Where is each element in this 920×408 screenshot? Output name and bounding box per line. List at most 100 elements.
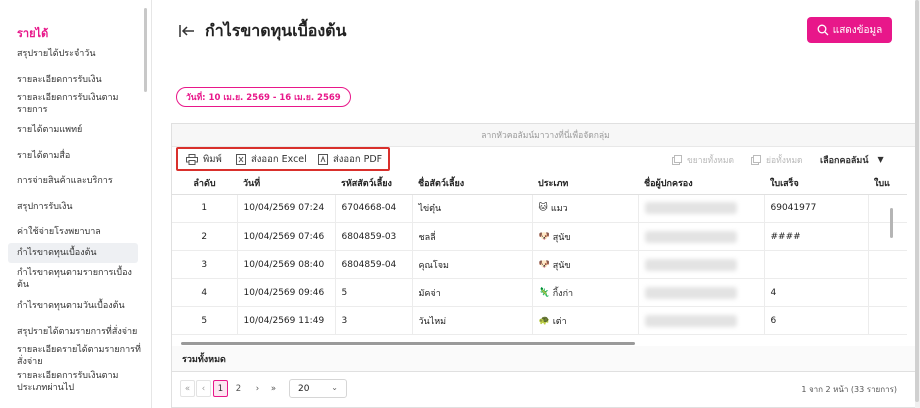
total-row: รวมทั้งหมด [172,346,919,372]
sidebar-item-daily-income[interactable]: สรุปรายได้ประจำวัน [17,48,141,60]
cell-receipt: 69041977 [763,194,868,223]
cell-invoice [867,306,907,335]
page-button[interactable]: 2 [231,380,246,397]
first-page-button[interactable]: « [180,380,195,397]
table-horizontal-scrollbar[interactable] [181,342,635,345]
table-row[interactable]: 3 10/04/2569 08:40 6804859-04 คุณโจม 🐶 สุ… [172,250,907,279]
chevron-down-icon: ▼ [877,155,884,164]
col-header-no[interactable]: ลำดับ [172,172,237,195]
cell-pet-id: 5 [334,278,412,307]
table-body-viewport[interactable]: 1 10/04/2569 07:24 6704668-04 ไข่ตุ๋น 🐱 แ… [172,194,919,340]
col-header-date[interactable]: วันที่ [237,172,335,195]
export-excel-button[interactable]: ส่งออก Excel [236,147,307,172]
last-page-button[interactable]: » [266,380,281,397]
table-row[interactable]: 2 10/04/2569 07:46 6804859-03 ชลลี่ 🐶 สุน… [172,222,907,251]
export-pdf-label: ส่งออก PDF [333,154,383,165]
next-page-button[interactable]: › [250,380,265,397]
turtle-icon: 🐢 [538,315,550,326]
cell-type: 🐢 เต่า [531,306,638,335]
prev-page-button[interactable]: ‹ [196,380,211,397]
collapse-all-button[interactable]: ย่อทั้งหมด [751,147,803,172]
cell-no: 5 [172,306,237,335]
cell-pet-id: 3 [334,306,412,335]
choose-columns-button[interactable]: เลือกคอลัมน์ ▼ [820,147,884,172]
table-header-row: ลำดับ วันที่ รหัสสัตว์เลี้ยง ชื่อสัตว์เล… [172,172,907,195]
redacted-owner [644,258,737,271]
group-panel[interactable]: ลากหัวคอลัมน์มาวางที่นี่เพื่อจัดกลุ่ม [172,124,919,147]
table-row[interactable]: 4 10/04/2569 09:46 5 มัคจ่า 🦎 กิ้งก่า 4 [172,278,907,307]
table-vertical-scrollbar[interactable] [890,208,893,238]
cell-receipt [763,250,868,279]
cell-type: 🐶 สุนัข [531,250,638,279]
sidebar-item-income-by-media[interactable]: รายได้ตามสื่อ [17,150,141,162]
sidebar-item-payment-summary[interactable]: สรุปการรับเงิน [17,201,141,213]
cell-type: 🐱 แมว [531,194,638,223]
cell-no: 3 [172,250,237,279]
back-arrow-icon[interactable] [178,22,196,40]
table-body: 1 10/04/2569 07:24 6704668-04 ไข่ตุ๋น 🐱 แ… [172,194,907,335]
grid-toolbar: พิมพ์ ส่งออก Excel ส่งออก PDF ขยายทั้งหม… [172,147,919,172]
cell-no: 1 [172,194,237,223]
sidebar-item-income-detail-by-order[interactable]: รายละเอียดรายได้ตามรายการที่สั่งจ่าย [17,344,141,368]
sidebar-item-income-by-order[interactable]: สรุปรายได้ตามรายการที่สั่งจ่าย [17,326,141,338]
cell-type-label: กิ้งก่า [552,288,574,299]
redacted-owner [644,286,737,299]
col-header-pet-name[interactable]: ชื่อสัตว์เลี้ยง [412,172,532,195]
show-data-button[interactable]: แสดงข้อมูล [807,17,892,43]
cell-pet-name: ชลลี่ [411,222,532,251]
sidebar-item-profit-loss[interactable]: กำไรขาดทุนเบื้องต้น [8,243,138,263]
table-row[interactable]: 1 10/04/2569 07:24 6704668-04 ไข่ตุ๋น 🐱 แ… [172,194,907,223]
col-header-receipt[interactable]: ใบเสร็จ [764,172,868,195]
pdf-file-icon [318,154,328,165]
cell-no: 4 [172,278,237,307]
page-button-current[interactable]: 1 [213,380,228,397]
sidebar-item-profit-loss-by-day[interactable]: กำไรขาดทุนตามวันเบื้องต้น [17,300,141,312]
sidebar-item-income-by-doctor[interactable]: รายได้ตามแพทย์ [17,124,141,136]
redacted-owner [644,230,737,243]
cell-pet-id: 6804859-04 [334,250,412,279]
cell-type: 🦎 กิ้งก่า [531,278,638,307]
page-scrollbar-thumb[interactable] [915,0,919,402]
cell-date: 10/04/2569 09:46 [236,278,335,307]
sidebar-item-payment-detail[interactable]: รายละเอียดการรับเงิน [17,74,141,86]
cell-type-label: แมว [550,204,568,215]
cell-pet-id: 6704668-04 [334,194,412,223]
col-header-type[interactable]: ประเภท [532,172,638,195]
date-range-label: วันที่: 10 เม.ย. 2569 - 16 เม.ย. 2569 [186,93,341,103]
col-header-invoice[interactable]: ใบแ [868,172,907,195]
export-pdf-button[interactable]: ส่งออก PDF [318,147,382,172]
data-grid: ลากหัวคอลัมน์มาวางที่นี่เพื่อจัดกลุ่ม พิ… [171,123,920,408]
col-header-pet-id[interactable]: รหัสสัตว์เลี้ยง [335,172,412,195]
expand-all-button[interactable]: ขยายทั้งหมด [672,147,734,172]
excel-file-icon [236,154,246,165]
cell-type-label: เต่า [552,316,567,327]
sidebar-item-hospital-expense[interactable]: ค่าใช้จ่ายโรงพยาบาล [17,226,141,238]
cell-date: 10/04/2569 07:46 [236,222,335,251]
sidebar-item-payment-by-type[interactable]: รายละเอียดการรับเงินตามประเภทผ่านไป [17,370,141,394]
cell-invoice [867,194,907,223]
col-header-owner[interactable]: ชื่อผู้ปกครอง [638,172,764,195]
sidebar-scrollbar[interactable] [144,8,147,92]
table-row[interactable]: 5 10/04/2569 11:49 3 วันไหม่ 🐢 เต่า 6 [172,306,907,335]
sidebar-item-goods-services[interactable]: การจ่ายสินค้าและบริการ [17,175,141,187]
date-range-chip[interactable]: วันที่: 10 เม.ย. 2569 - 16 เม.ย. 2569 [176,87,351,107]
sidebar: รายได้ สรุปรายได้ประจำวัน รายละเอียดการร… [0,0,152,408]
choose-columns-label: เลือกคอลัมน์ [820,155,869,166]
sidebar-item-profit-loss-by-item[interactable]: กำไรขาดทุนตามรายการเบื้องต้น [17,267,141,291]
print-button[interactable]: พิมพ์ [186,147,222,172]
pager: « ‹ 1 2 › » 20 ⌄ 1 จาก 2 หน้า (33 รายการ… [172,376,919,400]
cell-pet-name: วันไหม่ [411,306,532,335]
page-size-select[interactable]: 20 ⌄ [289,379,347,398]
cell-receipt: 6 [763,306,868,335]
data-table: ลำดับ วันที่ รหัสสัตว์เลี้ยง ชื่อสัตว์เล… [172,172,907,195]
dog-icon: 🐶 [538,231,550,242]
search-icon [817,24,829,36]
page-title: กำไรขาดทุนเบื้องต้น [205,21,347,40]
sidebar-section-income[interactable]: รายได้ [17,24,48,42]
sidebar-item-payment-by-item[interactable]: รายละเอียดการรับเงินตามรายการ [17,92,141,116]
cell-receipt: 4 [763,278,868,307]
cell-owner [637,222,764,251]
cell-pet-id: 6804859-03 [334,222,412,251]
cell-invoice [867,222,907,251]
cell-type-label: สุนัข [552,260,571,271]
